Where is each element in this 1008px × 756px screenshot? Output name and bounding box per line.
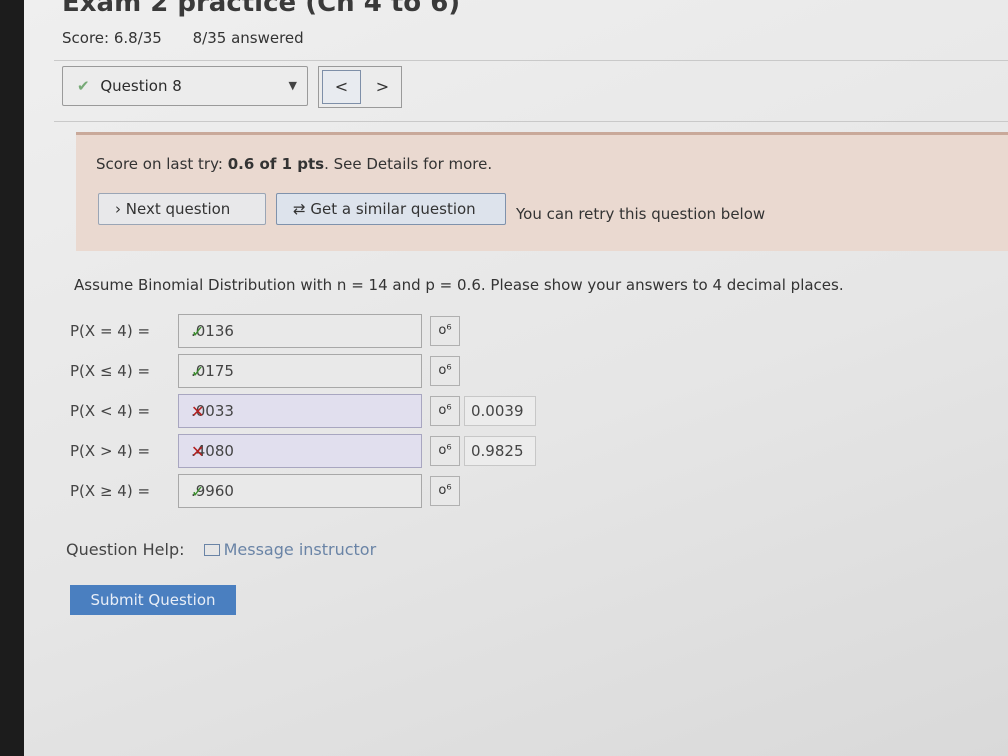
answer-label: P(X ≥ 4) = xyxy=(70,482,151,500)
feedback-message: Score on last try: 0.6 of 1 pts. See Det… xyxy=(96,155,492,173)
chevron-down-icon: ▼ xyxy=(288,79,297,92)
correct-mark-icon: ✓ xyxy=(191,362,205,381)
key-icon[interactable]: o⁶ xyxy=(430,436,460,466)
feedback-panel: Score on last try: 0.6 of 1 pts. See Det… xyxy=(76,132,1008,251)
feedback-prefix: Score on last try: xyxy=(96,155,228,173)
question-nav-buttons: < > xyxy=(318,66,402,108)
check-icon: ✔ xyxy=(77,77,90,95)
message-instructor-link[interactable]: Message instructor xyxy=(203,540,377,559)
last-try-score: 0.6 of 1 pts xyxy=(227,155,325,173)
question-help: Question Help: Message instructor xyxy=(66,540,376,559)
answer-input[interactable]: .0136 ✓ xyxy=(178,314,422,348)
key-icon[interactable]: o⁶ xyxy=(430,356,460,386)
answer-label: P(X > 4) = xyxy=(70,442,151,460)
answer-label: P(X < 4) = xyxy=(70,402,151,420)
similar-question-button[interactable]: ⇄ Get a similar question xyxy=(276,193,506,225)
next-question-label: Next question xyxy=(125,200,231,218)
correct-answer: 0.0039 xyxy=(464,396,536,426)
answer-input[interactable]: .4080 ✕ xyxy=(178,434,422,468)
score-line: Score: 6.8/35 8/35 answered xyxy=(62,29,330,47)
incorrect-mark-icon: ✕ xyxy=(191,442,205,461)
answer-label: P(X ≤ 4) = xyxy=(70,362,151,380)
answer-input[interactable]: .0033 ✕ xyxy=(178,394,422,428)
question-help-label: Question Help: xyxy=(66,540,185,559)
next-question-button[interactable]: › Next question xyxy=(98,193,266,225)
answer-input[interactable]: .0175 ✓ xyxy=(178,354,422,388)
next-question-arrow-button[interactable]: > xyxy=(364,67,401,107)
envelope-icon xyxy=(203,544,220,556)
retry-note: You can retry this question below xyxy=(516,205,766,223)
key-icon[interactable]: o⁶ xyxy=(430,396,460,426)
answer-input[interactable]: .9960 ✓ xyxy=(178,474,422,508)
question-text: Assume Binomial Distribution with n = 14… xyxy=(74,276,844,294)
previous-question-button[interactable]: < xyxy=(322,70,361,104)
correct-mark-icon: ✓ xyxy=(191,322,205,341)
refresh-icon: ⇄ xyxy=(293,200,306,218)
correct-mark-icon: ✓ xyxy=(191,482,205,501)
score-text: Score: 6.8/35 xyxy=(62,29,162,47)
answered-count: 8/35 answered xyxy=(192,29,304,47)
page-title: Exam 2 practice (Ch 4 to 6) xyxy=(62,0,461,18)
incorrect-mark-icon: ✕ xyxy=(191,402,205,421)
question-select[interactable]: ✔ Question 8 ▼ xyxy=(62,66,308,106)
exam-page: Exam 2 practice (Ch 4 to 6) Score: 6.8/3… xyxy=(24,0,1008,756)
correct-answer: 0.9825 xyxy=(464,436,536,466)
message-instructor-label: Message instructor xyxy=(223,540,377,559)
chevron-right-icon: › xyxy=(115,200,121,218)
submit-question-button[interactable]: Submit Question xyxy=(70,585,236,615)
similar-question-label: Get a similar question xyxy=(310,200,476,218)
feedback-suffix: . See Details for more. xyxy=(324,155,493,173)
answer-label: P(X = 4) = xyxy=(70,322,151,340)
key-icon[interactable]: o⁶ xyxy=(430,316,460,346)
question-select-value: Question 8 xyxy=(100,77,182,95)
key-icon[interactable]: o⁶ xyxy=(430,476,460,506)
